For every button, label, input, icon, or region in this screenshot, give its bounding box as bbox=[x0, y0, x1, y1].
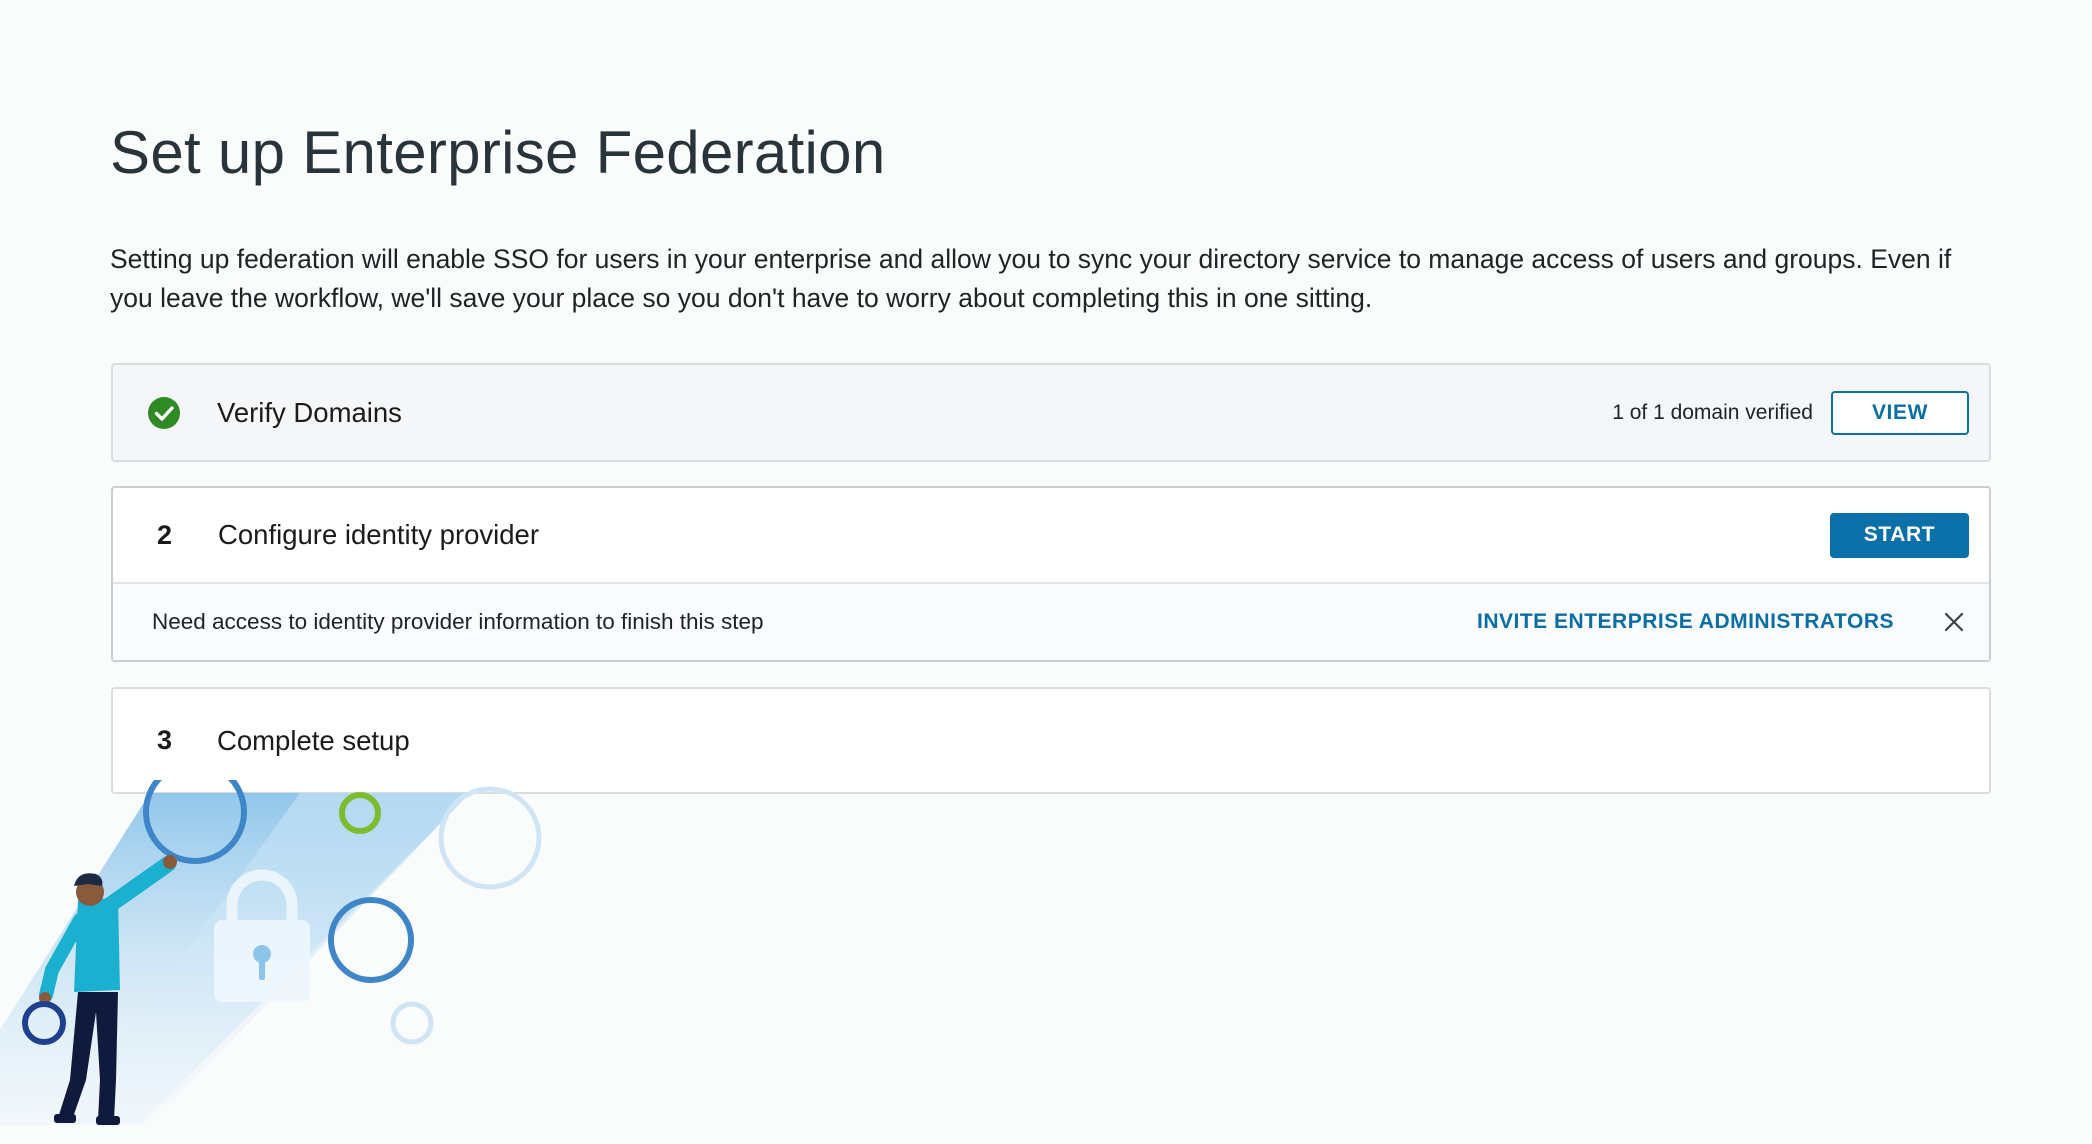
page-title: Set up Enterprise Federation bbox=[110, 119, 886, 186]
close-icon[interactable] bbox=[1943, 611, 1965, 633]
step-number: 2 bbox=[157, 519, 173, 550]
check-circle-icon bbox=[148, 396, 180, 429]
ring-icon bbox=[438, 786, 542, 890]
step-number: 3 bbox=[157, 725, 173, 755]
step-header: 2 Configure identity provider START bbox=[113, 488, 1989, 584]
ring-icon bbox=[328, 897, 414, 983]
security-illustration bbox=[0, 780, 542, 1125]
notice-text: Need access to identity provider informa… bbox=[152, 609, 764, 634]
step-header: Verify Domains 1 of 1 domain verified VI… bbox=[113, 365, 1989, 460]
invite-admins-link[interactable]: INVITE ENTERPRISE ADMINISTRATORS bbox=[1477, 610, 1894, 634]
idp-notice: Need access to identity provider informa… bbox=[113, 584, 1989, 660]
step-verify-domains: Verify Domains 1 of 1 domain verified VI… bbox=[111, 363, 1991, 462]
step-title: Verify Domains bbox=[217, 396, 402, 428]
step-complete-setup: 3 Complete setup bbox=[111, 687, 1991, 794]
domain-verified-status: 1 of 1 domain verified bbox=[1612, 400, 1813, 424]
view-button[interactable]: VIEW bbox=[1831, 390, 1969, 435]
page-intro: Setting up federation will enable SSO fo… bbox=[110, 244, 1952, 313]
step-title: Complete setup bbox=[217, 724, 410, 756]
start-button[interactable]: START bbox=[1830, 512, 1969, 558]
step-header: 3 Complete setup bbox=[113, 689, 1989, 792]
federation-setup-page: Set up Enterprise Federation Setting up … bbox=[0, 0, 2092, 1144]
step-configure-idp: 2 Configure identity provider START Need… bbox=[111, 486, 1991, 662]
ring-icon bbox=[390, 1001, 434, 1045]
step-title: Configure identity provider bbox=[218, 519, 540, 550]
